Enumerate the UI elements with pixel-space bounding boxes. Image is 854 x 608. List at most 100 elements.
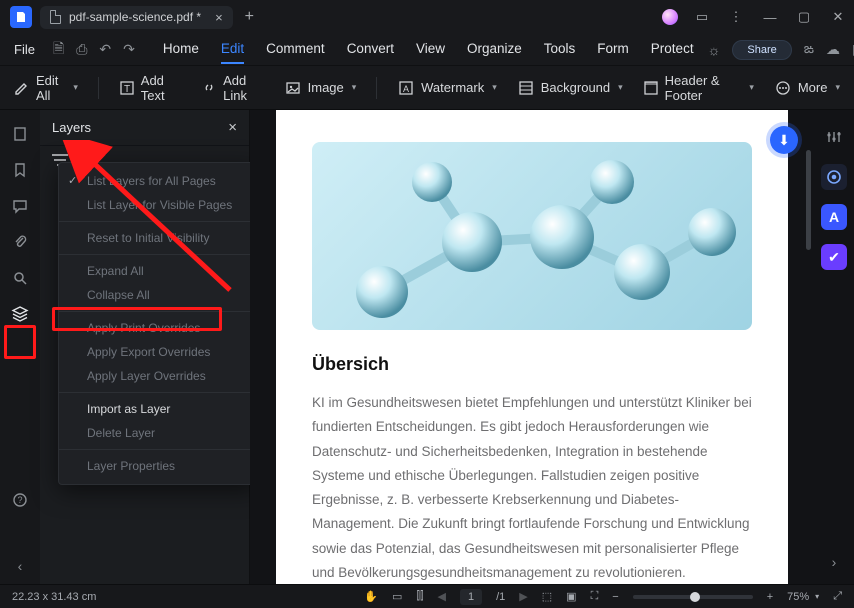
document-viewport[interactable]: Übersich KI im Gesundheitswesen bietet E… (250, 110, 814, 584)
collapse-right-icon[interactable]: › (832, 554, 837, 570)
menubar: File 🗎 ⎙ ↶ ↷ Home Edit Comment Convert V… (0, 34, 854, 66)
tab-convert[interactable]: Convert (347, 35, 394, 64)
doc-heading: Übersich (312, 354, 752, 375)
layers-icon[interactable] (10, 304, 30, 324)
search-icon[interactable] (10, 268, 30, 288)
svg-text:T: T (124, 84, 130, 95)
image-icon (284, 79, 302, 97)
app-logo[interactable] (10, 6, 32, 28)
ctx-apply-export[interactable]: Apply Export Overrides (59, 340, 257, 364)
layers-context-menu: ✓List Layers for All Pages List Layer fo… (58, 162, 258, 485)
panel-close-icon[interactable]: × (228, 119, 237, 136)
zoom-value[interactable]: 75% (787, 591, 809, 603)
hand-tool-icon[interactable]: ✋ (364, 590, 378, 603)
background-button[interactable]: Background▾ (517, 79, 623, 97)
redo-icon[interactable]: ↷ (123, 41, 135, 58)
tab-organize[interactable]: Organize (467, 35, 522, 64)
ctx-properties[interactable]: Layer Properties (59, 454, 257, 478)
ctx-collapse[interactable]: Collapse All (59, 283, 257, 307)
cloud-icon[interactable]: ☁ (826, 41, 840, 58)
prev-page-icon[interactable]: ◀ (438, 590, 446, 603)
image-button[interactable]: Image▾ (284, 79, 357, 97)
ai-tool-a-icon[interactable]: A (821, 204, 847, 230)
zoom-in-icon[interactable]: + (767, 591, 773, 603)
window-maximize-icon[interactable]: ▢ (794, 9, 814, 25)
expand-icon[interactable]: ⤢ (833, 590, 842, 603)
tab-form[interactable]: Form (597, 35, 629, 64)
share-button[interactable]: Share (732, 40, 791, 60)
tab-edit[interactable]: Edit (221, 35, 244, 64)
zoom-slider[interactable] (633, 595, 753, 599)
fit-page-icon[interactable]: ▣ (566, 590, 576, 603)
watermark-button[interactable]: A Watermark▾ (397, 79, 497, 97)
file-icon (50, 10, 61, 24)
lightbulb-icon[interactable]: ☼ (708, 42, 721, 58)
tab-tools[interactable]: Tools (544, 35, 576, 64)
sliders-icon[interactable] (821, 124, 847, 150)
edit-all-button[interactable]: Edit All▾ (14, 73, 78, 103)
fullscreen-icon[interactable]: ⛶ (591, 590, 599, 603)
thumbnails-icon[interactable] (10, 124, 30, 144)
layers-panel-title: Layers (52, 120, 91, 135)
attachments-icon[interactable] (10, 232, 30, 252)
header-footer-button[interactable]: Header & Footer▾ (643, 73, 754, 103)
zoom-out-icon[interactable]: − (612, 591, 618, 603)
window-close-icon[interactable]: ✕ (828, 9, 848, 25)
ctx-expand[interactable]: Expand All (59, 259, 257, 283)
more-button[interactable]: More▾ (774, 79, 840, 97)
ctx-list-all[interactable]: ✓List Layers for All Pages (59, 169, 257, 193)
tab-close-icon[interactable]: × (215, 10, 223, 25)
tab-file-name: pdf-sample-science.pdf * (69, 10, 201, 24)
next-page-icon[interactable]: ▶ (519, 590, 527, 603)
tab-view[interactable]: View (416, 35, 445, 64)
vertical-scrollbar[interactable] (806, 150, 811, 250)
body: ? ‹ Layers × ✓List Layers for All Pages … (0, 110, 854, 584)
file-menu[interactable]: File (14, 42, 35, 57)
ctx-list-visible[interactable]: List Layer for Visible Pages (59, 193, 257, 217)
layers-panel: Layers × ✓List Layers for All Pages List… (40, 110, 250, 584)
status-dimensions: 22.23 x 31.43 cm (12, 591, 96, 603)
comments-icon[interactable] (10, 196, 30, 216)
text-icon: T (119, 79, 135, 97)
ctx-apply-print[interactable]: Apply Print Overrides (59, 316, 257, 340)
help-icon[interactable]: ? (10, 490, 30, 510)
bookmarks-icon[interactable] (10, 160, 30, 180)
tab-file[interactable]: pdf-sample-science.pdf * × (40, 6, 233, 29)
add-link-button[interactable]: Add Link (201, 73, 264, 103)
right-rail: A ✔ › (814, 110, 854, 584)
fit-width-icon[interactable]: ⬚ (542, 590, 552, 603)
tab-comment[interactable]: Comment (266, 35, 325, 64)
background-icon (517, 79, 535, 97)
page-current[interactable]: 1 (468, 591, 474, 603)
header-footer-icon (643, 79, 659, 97)
tab-add-button[interactable]: + (245, 8, 254, 26)
tab-home[interactable]: Home (163, 35, 199, 64)
download-badge-icon[interactable]: ⬇ (770, 126, 798, 154)
more-icon (774, 79, 792, 97)
doc-body: KI im Gesundheitswesen bietet Empfehlung… (312, 391, 752, 584)
undo-icon[interactable]: ↶ (99, 41, 111, 58)
edit-all-icon (14, 79, 30, 97)
page-total: /1 (496, 591, 505, 603)
titlebar: pdf-sample-science.pdf * × + ▭ ⋮ — ▢ ✕ (0, 0, 854, 34)
read-mode-icon[interactable]: ⫿⫿ (416, 590, 423, 603)
ctx-import-as-layer[interactable]: Import as Layer (59, 397, 257, 421)
ai-tool-check-icon[interactable]: ✔ (821, 244, 847, 270)
select-tool-icon[interactable]: ▭ (392, 590, 402, 603)
save-icon[interactable]: 🗎 (53, 38, 64, 62)
quick-actions: 🗎 ⎙ ↶ ↷ (53, 38, 135, 62)
ai-chat-icon[interactable] (821, 164, 847, 190)
ctx-apply-layer[interactable]: Apply Layer Overrides (59, 364, 257, 388)
share-link-icon[interactable]: ఙ (804, 40, 814, 60)
ctx-delete[interactable]: Delete Layer (59, 421, 257, 445)
chat-icon[interactable]: ▭ (692, 9, 712, 25)
tab-protect[interactable]: Protect (651, 35, 694, 64)
window-minimize-icon[interactable]: — (760, 10, 780, 25)
add-text-button[interactable]: T Add Text (119, 73, 181, 103)
avatar[interactable] (662, 9, 678, 25)
svg-text:?: ? (17, 495, 22, 505)
collapse-left-icon[interactable]: ‹ (10, 556, 30, 576)
ctx-reset[interactable]: Reset to Initial Visibility (59, 226, 257, 250)
print-icon[interactable]: ⎙ (76, 41, 87, 58)
kebab-icon[interactable]: ⋮ (726, 9, 746, 25)
